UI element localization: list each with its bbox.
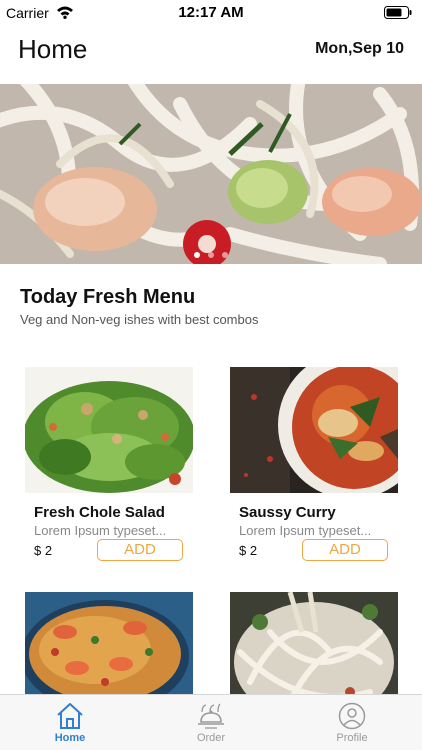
green-salad-image [25, 367, 193, 493]
battery-icon [384, 6, 412, 19]
tab-label: Home [54, 732, 86, 744]
menu-item-description: Lorem Ipsum typeset... [239, 523, 372, 538]
menu-item-price: $ 2 [34, 543, 53, 558]
carousel-page-indicator[interactable] [0, 252, 422, 258]
cloche-icon [198, 703, 224, 729]
menu-item-description: Lorem Ipsum typeset... [34, 523, 167, 538]
tab-profile[interactable]: Profile [282, 695, 422, 750]
add-button[interactable]: ADD [97, 539, 183, 561]
curry-bowl-image [230, 367, 398, 493]
tab-order[interactable]: Order [141, 695, 281, 750]
noodle-shrimp-dish-image [0, 84, 422, 264]
menu-item-price: $ 2 [239, 543, 258, 558]
navigation-bar: Home Mon,Sep 10 [0, 26, 422, 84]
menu-item-name: Fresh Chole Salad [34, 504, 165, 521]
header-date: Mon,Sep 10 [315, 40, 404, 57]
menu-card[interactable]: Saussy Curry Lorem Ipsum typeset... $ 2 … [230, 367, 398, 563]
tab-bar: Home Order Profile [0, 694, 422, 750]
tab-label: Order [196, 732, 226, 744]
page-dot-active[interactable] [194, 252, 200, 258]
status-bar: Carrier 12:17 AM [0, 0, 422, 26]
page-dot[interactable] [222, 252, 228, 258]
tab-home[interactable]: Home [0, 695, 140, 750]
page-title: Home [18, 34, 88, 64]
status-time: 12:17 AM [178, 4, 244, 21]
section-subtitle: Veg and Non-veg ishes with best combos [20, 312, 259, 327]
tab-label: Profile [336, 732, 368, 744]
home-icon [57, 703, 83, 729]
menu-item-name: Saussy Curry [239, 504, 336, 521]
section-title: Today Fresh Menu [20, 286, 196, 308]
page-dot[interactable] [208, 252, 214, 258]
hero-carousel[interactable] [0, 84, 422, 264]
add-button[interactable]: ADD [302, 539, 388, 561]
profile-icon [338, 702, 366, 730]
menu-card[interactable]: Fresh Chole Salad Lorem Ipsum typeset...… [25, 367, 193, 563]
